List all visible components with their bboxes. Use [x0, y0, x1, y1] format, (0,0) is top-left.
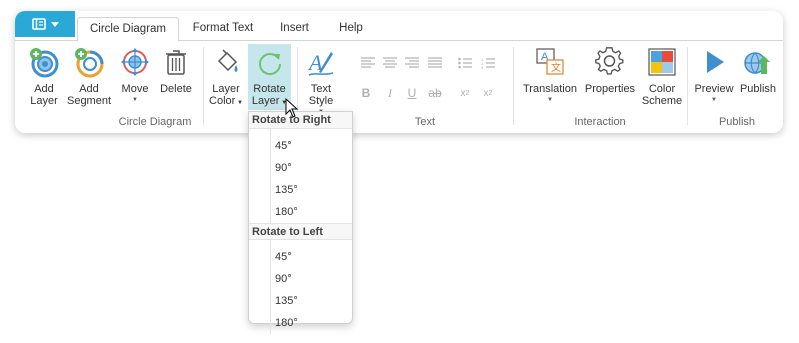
- gear-icon: [594, 46, 626, 78]
- move-label: Move: [121, 83, 149, 95]
- properties-label: Properties: [584, 83, 636, 95]
- rotate-layer-menu: Rotate to Right 45° 90° 135° 180° Rotate…: [248, 111, 353, 334]
- group-interaction: Interaction: [574, 116, 626, 128]
- group-publish: Publish: [718, 116, 756, 128]
- menu-icon: [31, 18, 46, 30]
- svg-text:文: 文: [551, 61, 561, 74]
- strikethrough-button[interactable]: ab: [427, 85, 443, 101]
- add-segment-label: Add Segment: [66, 83, 112, 107]
- align-center-icon[interactable]: [382, 55, 398, 71]
- separator: [513, 47, 514, 125]
- rotate-icon: [254, 46, 286, 78]
- delete-button[interactable]: Delete: [157, 46, 195, 95]
- group-text: Text: [414, 116, 436, 128]
- app-window: Circle Diagram Format Text Insert Help A…: [15, 11, 783, 133]
- file-menu-button[interactable]: [15, 11, 75, 37]
- move-button[interactable]: Move ▼: [117, 46, 153, 103]
- color-scheme-label: Color Scheme: [641, 83, 683, 107]
- publish-button[interactable]: Publish: [737, 46, 779, 95]
- publish-label: Publish: [739, 83, 777, 95]
- tab-bar: Circle Diagram Format Text Insert Help: [15, 11, 783, 42]
- add-layer-label: Add Layer: [30, 83, 58, 107]
- menu-item-left-135[interactable]: 135°: [249, 290, 352, 312]
- add-layer-icon: [28, 46, 60, 78]
- bullet-list-icon[interactable]: [457, 55, 473, 71]
- menu-item-left-45[interactable]: 45°: [249, 246, 352, 268]
- text-style-icon: A: [305, 46, 337, 78]
- tab-circle-diagram[interactable]: Circle Diagram: [77, 17, 179, 42]
- menu-item-right-135[interactable]: 135°: [249, 179, 352, 201]
- delete-label: Delete: [160, 83, 192, 95]
- tab-insert[interactable]: Insert: [267, 17, 322, 41]
- add-segment-button[interactable]: Add Segment: [65, 46, 113, 107]
- separator: [203, 47, 204, 125]
- chevron-down-icon: ▼: [547, 97, 553, 103]
- separator: [687, 47, 688, 125]
- layer-color-label: Layer Color ▼: [209, 83, 243, 107]
- trash-icon: [160, 46, 192, 78]
- text-style-button[interactable]: A Text Style ▼: [302, 46, 340, 115]
- group-circle-diagram: Circle Diagram: [118, 116, 192, 128]
- align-left-icon[interactable]: [360, 55, 376, 71]
- translation-icon: A文: [534, 46, 566, 78]
- move-icon: [119, 46, 151, 78]
- paint-bucket-icon: [210, 46, 242, 78]
- menu-item-left-180[interactable]: 180°: [249, 312, 352, 334]
- italic-button[interactable]: I: [382, 85, 398, 101]
- chevron-down-icon: ▼: [132, 97, 138, 103]
- menu-item-right-45[interactable]: 45°: [249, 135, 352, 157]
- superscript-button[interactable]: x2: [480, 85, 496, 101]
- menu-header-rotate-left: Rotate to Left: [249, 223, 352, 240]
- preview-label: Preview: [694, 83, 734, 95]
- subscript-button[interactable]: x2: [457, 85, 473, 101]
- color-scheme-button[interactable]: Color Scheme: [639, 46, 685, 107]
- preview-button[interactable]: Preview ▼: [693, 46, 735, 103]
- tab-format-text[interactable]: Format Text: [183, 17, 263, 41]
- tab-help[interactable]: Help: [327, 17, 375, 41]
- add-layer-button[interactable]: Add Layer: [25, 46, 63, 107]
- text-style-label: Text Style: [308, 83, 334, 107]
- properties-button[interactable]: Properties: [581, 46, 639, 95]
- publish-globe-icon: [742, 46, 774, 78]
- menu-item-right-90[interactable]: 90°: [249, 157, 352, 179]
- align-justify-icon[interactable]: [427, 55, 443, 71]
- menu-item-right-180[interactable]: 180°: [249, 201, 352, 223]
- bold-button[interactable]: B: [358, 85, 374, 101]
- svg-text:3: 3: [481, 65, 484, 69]
- rotate-layer-label: Rotate Layer ▼: [251, 83, 288, 107]
- chevron-down-icon: [50, 21, 59, 27]
- color-scheme-icon: [646, 46, 678, 78]
- mouse-pointer-icon: [285, 98, 299, 118]
- layer-color-button[interactable]: Layer Color ▼: [207, 46, 245, 109]
- numbered-list-icon[interactable]: 123: [480, 55, 496, 71]
- chevron-down-icon: ▼: [711, 97, 717, 103]
- menu-header-rotate-right: Rotate to Right: [249, 112, 352, 129]
- play-icon: [698, 46, 730, 78]
- align-right-icon[interactable]: [404, 55, 420, 71]
- translation-button[interactable]: A文 Translation ▼: [519, 46, 581, 103]
- underline-button[interactable]: U: [404, 85, 420, 101]
- ribbon: Add Layer Add Segment Move ▼ Delete Circ…: [15, 41, 783, 133]
- menu-item-left-90[interactable]: 90°: [249, 268, 352, 290]
- translation-label: Translation: [522, 83, 577, 95]
- add-segment-icon: [73, 46, 105, 78]
